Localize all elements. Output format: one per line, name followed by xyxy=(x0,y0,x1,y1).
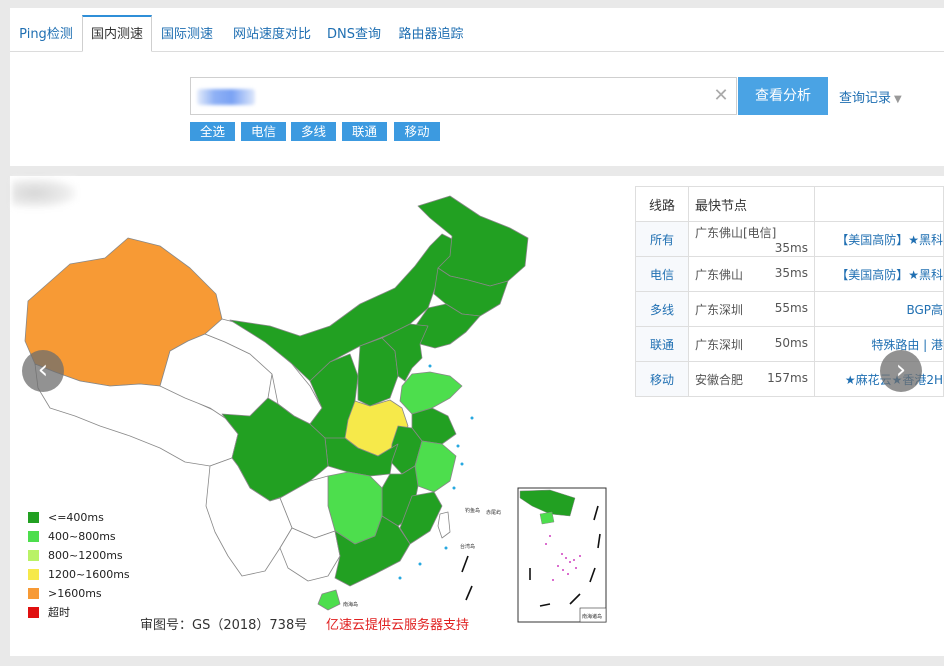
row-latency: 157ms xyxy=(767,370,808,385)
svg-text:南海诸岛: 南海诸岛 xyxy=(582,613,602,620)
svg-text:赤尾屿: 赤尾屿 xyxy=(486,509,501,516)
tab-bar: Ping检测 国内测速 国际测速 网站速度对比 DNS查询 路由器追踪 xyxy=(10,15,944,52)
isp-mobile-button[interactable]: 移动 xyxy=(394,122,440,141)
nine-dash-line-main xyxy=(461,555,473,601)
isp-telecom-button[interactable]: 电信 xyxy=(241,122,286,141)
legend-label: <=400ms xyxy=(48,511,104,524)
row-node-name: 安徽合肥 xyxy=(695,372,744,387)
row-line: 所有 xyxy=(635,221,689,257)
table-header-row: 线路 最快节点 xyxy=(635,186,944,222)
row-sponsor-link[interactable]: 特殊路由 | 港 xyxy=(814,326,944,362)
row-latency: 55ms xyxy=(774,300,808,315)
table-row: 多线 广东深圳 55ms BGP高 xyxy=(635,291,944,327)
next-arrow-button[interactable]: › xyxy=(880,350,922,392)
legend-swatch xyxy=(28,531,39,542)
tab-domestic-speed[interactable]: 国内测速 xyxy=(82,15,152,52)
caret-down-icon: ▼ xyxy=(894,94,902,105)
legend-label: 超时 xyxy=(48,606,70,619)
legend-swatch xyxy=(28,550,39,561)
map-region-guangxi[interactable] xyxy=(279,527,341,582)
row-node: 广东佛山[电信] 35ms xyxy=(688,221,815,257)
isp-multiline-button[interactable]: 多线 xyxy=(291,122,336,141)
row-line: 移动 xyxy=(635,361,689,397)
map-approval-number: 审图号：GS（2018）738号 xyxy=(140,618,308,633)
legend-swatch xyxy=(28,607,39,618)
legend-label: 400~800ms xyxy=(48,530,116,543)
table-row: 所有 广东佛山[电信] 35ms 【美国高防】★黑科 xyxy=(635,221,944,257)
row-node: 安徽合肥 157ms xyxy=(688,361,815,397)
row-line: 联通 xyxy=(635,326,689,362)
col-header-line: 线路 xyxy=(635,186,689,222)
legend-label: 800~1200ms xyxy=(48,549,123,562)
row-latency: 50ms xyxy=(774,335,808,350)
row-sponsor-link[interactable]: 【美国高防】★黑科 xyxy=(814,256,944,292)
tab-dns[interactable]: DNS查询 xyxy=(321,16,387,51)
tab-traceroute[interactable]: 路由器追踪 xyxy=(392,16,470,51)
legend-label: >1600ms xyxy=(48,587,102,600)
clear-icon[interactable]: ✕ xyxy=(711,86,731,106)
map-region-zhejiang[interactable] xyxy=(414,440,457,493)
query-history-label: 查询记录 xyxy=(839,91,892,106)
analyze-button[interactable]: 查看分析 xyxy=(738,77,828,115)
row-node-name: 广东佛山[电信] xyxy=(695,225,777,240)
blurred-url-text xyxy=(197,89,255,105)
isp-select-all-button[interactable]: 全选 xyxy=(190,122,235,141)
svg-text:台湾岛: 台湾岛 xyxy=(460,543,475,550)
row-sponsor-link[interactable]: ★麻花云★香港2H xyxy=(814,361,944,397)
legend-swatch xyxy=(28,512,39,523)
row-sponsor-link[interactable]: BGP高 xyxy=(814,291,944,327)
search-panel: Ping检测 国内测速 国际测速 网站速度对比 DNS查询 路由器追踪 ✕ 查看… xyxy=(10,8,944,166)
map-region-shandong[interactable] xyxy=(399,371,463,415)
tab-international-speed[interactable]: 国际测速 xyxy=(153,16,221,51)
map-region-hainan[interactable] xyxy=(317,589,341,611)
map-region-taiwan[interactable] xyxy=(437,511,451,539)
row-node: 广东深圳 55ms xyxy=(688,291,815,327)
isp-unicom-button[interactable]: 联通 xyxy=(342,122,387,141)
row-node-name: 广东深圳 xyxy=(695,302,744,317)
result-panel: 钓鱼岛 赤尾屿 台湾岛 南海岛 南海诸岛 ‹ <=400ms 400~800ms… xyxy=(10,176,944,656)
row-latency: 35ms xyxy=(774,265,808,280)
row-line: 多线 xyxy=(635,291,689,327)
svg-text:南海岛: 南海岛 xyxy=(343,601,358,608)
row-line: 电信 xyxy=(635,256,689,292)
row-node: 广东佛山 35ms xyxy=(688,256,815,292)
prev-arrow-button[interactable]: ‹ xyxy=(22,350,64,392)
search-box: ✕ xyxy=(190,77,737,115)
legend-swatch xyxy=(28,569,39,580)
row-latency: 35ms xyxy=(774,240,808,255)
col-header-node: 最快节点 xyxy=(688,186,815,222)
table-row: 电信 广东佛山 35ms 【美国高防】★黑科 xyxy=(635,256,944,292)
tab-ping[interactable]: Ping检测 xyxy=(10,16,82,51)
legend-label: 1200~1600ms xyxy=(48,568,130,581)
query-history-dropdown[interactable]: 查询记录 ▼ xyxy=(839,87,902,106)
col-header-sponsor xyxy=(814,186,944,222)
map-sponsor-link[interactable]: 亿速云提供云服务器支持 xyxy=(326,614,469,633)
row-node-name: 广东深圳 xyxy=(695,337,744,352)
svg-text:钓鱼岛: 钓鱼岛 xyxy=(465,507,480,514)
row-sponsor-link[interactable]: 【美国高防】★黑科 xyxy=(814,221,944,257)
row-node-name: 广东佛山 xyxy=(695,267,744,282)
row-node: 广东深圳 50ms xyxy=(688,326,815,362)
south-china-sea-inset: 南海诸岛 xyxy=(461,487,607,623)
china-speed-map: 钓鱼岛 赤尾屿 台湾岛 南海岛 南海诸岛 xyxy=(24,195,607,623)
legend-swatch xyxy=(28,588,39,599)
tab-site-compare[interactable]: 网站速度对比 xyxy=(223,16,321,51)
url-input[interactable] xyxy=(191,78,701,114)
